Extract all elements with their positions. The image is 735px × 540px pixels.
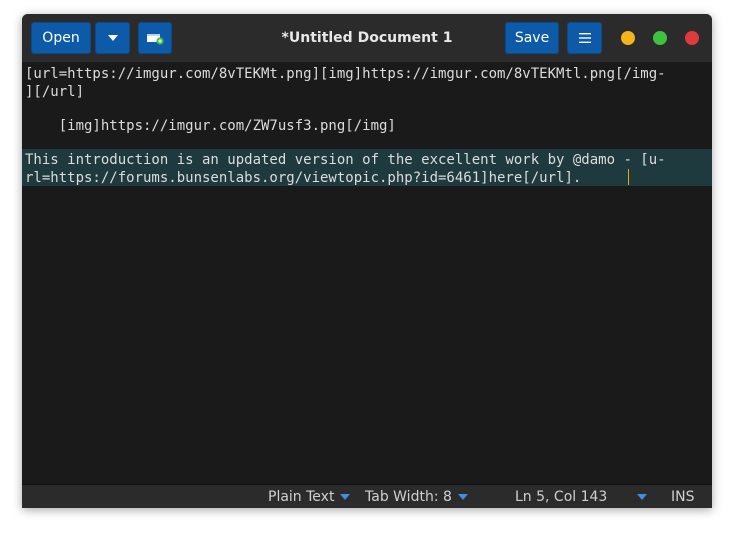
chevron-down-icon <box>457 494 468 500</box>
editor-line-2: ][/url] <box>25 84 85 100</box>
editor-line-7: rl=https://forums.bunsenlabs.org/viewtop… <box>25 170 582 186</box>
tab-width-label: Tab Width: 8 <box>365 489 452 505</box>
editor-line-6: This introduction is an updated version … <box>25 152 666 168</box>
editor-line-4: [img]https://imgur.com/ZW7usf3.png[/img] <box>25 118 396 134</box>
minimize-button[interactable] <box>621 31 635 45</box>
text-editor-area[interactable]: [url=https://imgur.com/8vTEKMt.png][img]… <box>22 63 712 484</box>
language-selector[interactable]: Plain Text <box>268 485 351 508</box>
editor-line-1: [url=https://imgur.com/8vTEKMt.png][img]… <box>25 66 666 82</box>
status-bar: Plain Text Tab Width: 8 Ln 5, Col 143 IN… <box>22 484 712 508</box>
recent-files-dropdown-button[interactable] <box>95 22 130 54</box>
save-button[interactable]: Save <box>505 22 559 54</box>
cursor-position-selector[interactable]: Ln 5, Col 143 <box>515 485 648 508</box>
hamburger-menu-button[interactable] <box>567 22 602 54</box>
chevron-down-icon <box>340 494 351 500</box>
new-document-button[interactable] <box>138 22 172 54</box>
maximize-button[interactable] <box>653 31 667 45</box>
header-bar: Open *Untitled Document 1 Save <box>22 14 712 63</box>
window-title: *Untitled Document 1 <box>281 30 453 46</box>
chevron-down-icon <box>637 494 648 500</box>
open-button-label: Open <box>42 30 80 46</box>
insert-mode-indicator: INS <box>671 489 695 505</box>
text-caret <box>628 169 629 185</box>
hamburger-menu-icon <box>578 33 591 43</box>
new-document-icon <box>147 34 164 45</box>
tab-width-selector[interactable]: Tab Width: 8 <box>365 485 468 508</box>
chevron-down-icon <box>107 35 118 41</box>
close-button[interactable] <box>685 31 699 45</box>
cursor-position-label: Ln 5, Col 143 <box>515 489 608 505</box>
language-label: Plain Text <box>268 489 335 505</box>
save-button-label: Save <box>514 30 550 46</box>
open-button[interactable]: Open <box>31 22 91 54</box>
gedit-window: Open *Untitled Document 1 Save [url=http… <box>22 14 712 508</box>
